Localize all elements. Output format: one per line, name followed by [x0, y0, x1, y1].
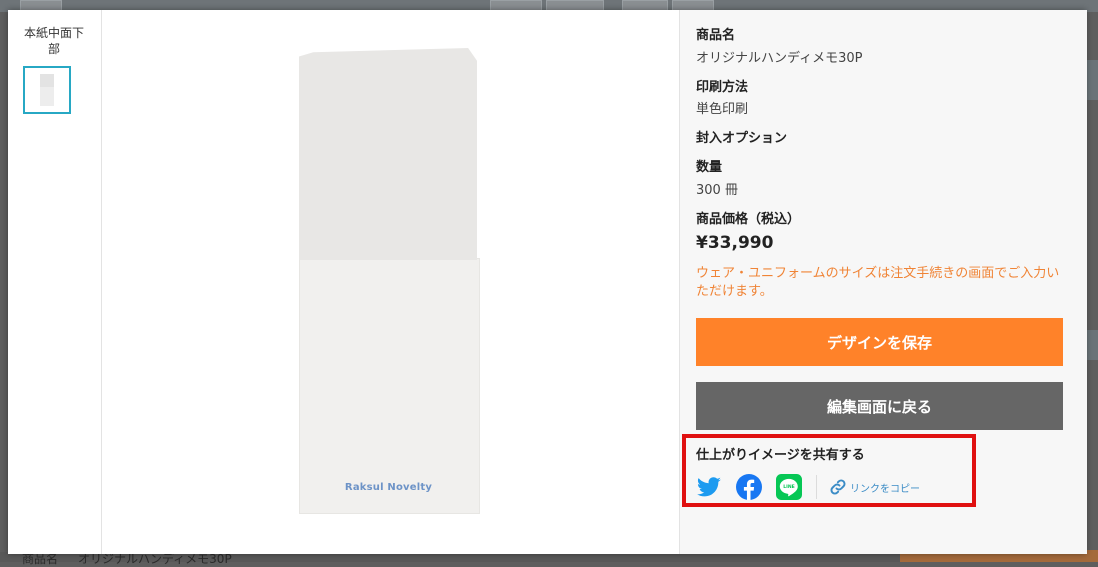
thumbnail-image-top: [40, 74, 54, 87]
memo-pad-image: Raksul Novelty: [299, 48, 480, 514]
svg-text:LINE: LINE: [783, 484, 795, 490]
quantity-value: 300 冊: [696, 183, 738, 198]
copy-link-button[interactable]: リンクをコピー: [829, 478, 920, 496]
preview-modal: 本紙中面下部 Raksul Novelty 商品名 オリジナルハンディメモ30P…: [8, 10, 1087, 554]
price-label: 商品価格（税込）: [696, 212, 801, 227]
share-divider: [816, 475, 817, 499]
background-side-panel-2: [1086, 330, 1098, 360]
product-name-value: オリジナルハンディメモ30P: [696, 51, 863, 66]
background-side-panel: [1086, 60, 1098, 100]
print-method-label: 印刷方法: [696, 80, 749, 95]
back-to-editor-button[interactable]: 編集画面に戻る: [696, 382, 1063, 430]
line-icon[interactable]: LINE: [776, 474, 802, 500]
quantity-label: 数量: [696, 160, 723, 175]
share-title: 仕上がりイメージを共有する: [696, 448, 865, 463]
link-icon: [830, 479, 846, 495]
product-info-panel: 商品名 オリジナルハンディメモ30P 印刷方法 単色印刷 封入オプション 数量 …: [679, 10, 1087, 554]
memo-lower-page: [299, 258, 480, 514]
thumbnail-selected[interactable]: [23, 66, 71, 114]
print-method-value: 単色印刷: [696, 102, 749, 117]
memo-upper-page: [299, 48, 477, 260]
background-product-name-label: 商品名: [22, 552, 59, 566]
preview-area: Raksul Novelty: [102, 10, 678, 554]
copy-link-label: リンクをコピー: [850, 483, 920, 495]
background-product-name-value: オリジナルハンディメモ30P: [78, 552, 232, 566]
facebook-icon[interactable]: [736, 474, 762, 500]
price-value: ¥33,990: [696, 233, 774, 253]
thumbnail-title: 本紙中面下部: [23, 26, 84, 56]
share-icons: LINE リンクをコピー: [696, 474, 920, 500]
product-name-label: 商品名: [696, 28, 736, 43]
memo-logo: Raksul Novelty: [344, 482, 433, 493]
option-label: 封入オプション: [696, 131, 788, 146]
thumbnail-sidebar: 本紙中面下部: [8, 10, 102, 554]
size-note: ウェア・ユニフォームのサイズは注文手続きの画面でご入力いただけます。: [696, 266, 1060, 299]
save-design-button[interactable]: デザインを保存: [696, 318, 1063, 366]
twitter-icon[interactable]: [696, 474, 722, 500]
